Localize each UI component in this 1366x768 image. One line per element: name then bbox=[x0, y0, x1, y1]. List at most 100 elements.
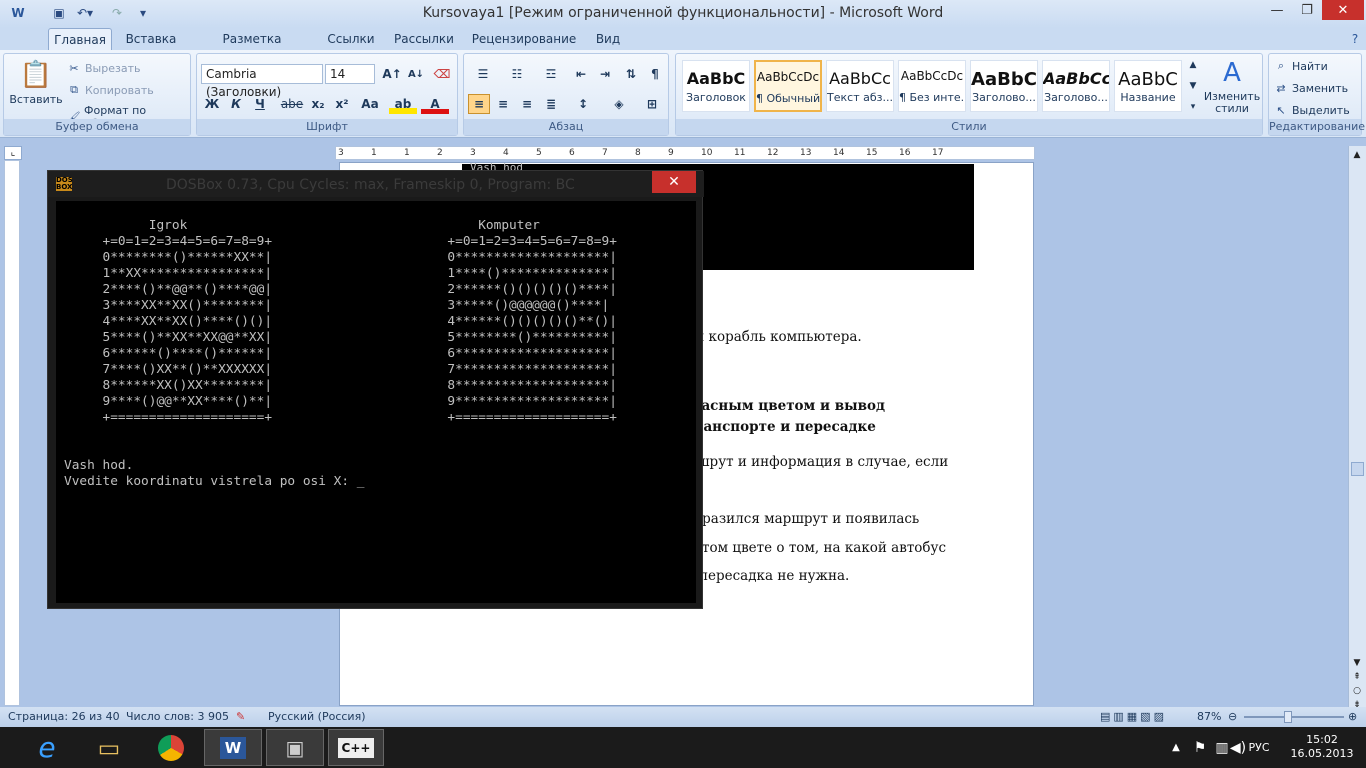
board-row: 2****()**@@**()****@@| bbox=[64, 282, 273, 297]
language[interactable]: Русский (Россия) bbox=[268, 710, 366, 723]
tab-insert[interactable]: Вставка bbox=[120, 28, 182, 50]
vertical-scrollbar[interactable]: ▲ ▼ ⇞ ○ ⇟ bbox=[1348, 146, 1366, 710]
paste-button[interactable]: 📋 Вставить bbox=[9, 60, 62, 106]
borland-taskbar-icon[interactable]: C++ bbox=[328, 729, 384, 766]
group-editing: ⌕ Найти ⇄ Заменить ↖ Выделить Редактировани… bbox=[1268, 53, 1365, 136]
view-buttons[interactable]: ▤▥▦▧▨ bbox=[1100, 710, 1167, 723]
strikethrough-button[interactable]: abe bbox=[281, 94, 303, 114]
file-explorer-icon[interactable]: ▭ bbox=[82, 729, 136, 766]
select-button[interactable]: ↖ Выделить bbox=[1273, 102, 1349, 118]
style-heading-1[interactable]: AaBbC Заголово... bbox=[970, 60, 1038, 112]
title-bar: W ▣ ↶▾ ↷ ▾ Kursovaya1 [Режим ограниченно… bbox=[0, 0, 1366, 28]
page-nav-icons[interactable]: ▼ ⇞ ○ ⇟ bbox=[1350, 656, 1364, 712]
tab-page-layout[interactable]: Разметка страницы bbox=[192, 28, 312, 68]
tray-arrow-icon[interactable]: ▲ bbox=[1166, 729, 1186, 766]
bold-button[interactable]: Ж bbox=[201, 94, 223, 114]
minimize-button[interactable]: — bbox=[1262, 0, 1292, 20]
dosbox-title-bar[interactable]: DOS BOX DOSBox 0.73, Cpu Cycles: max, Fra… bbox=[48, 171, 704, 197]
line-spacing-icon[interactable]: ↕ bbox=[568, 94, 598, 114]
grow-font-icon[interactable]: A↑ bbox=[381, 64, 403, 84]
change-styles-button[interactable]: A Изменить стили bbox=[1202, 58, 1262, 115]
align-center-icon[interactable]: ≡ bbox=[492, 94, 514, 114]
increase-indent-icon[interactable]: ⇥ bbox=[594, 64, 616, 84]
zoom-thumb[interactable] bbox=[1284, 711, 1292, 723]
style-title[interactable]: AaBbC Название bbox=[1114, 60, 1182, 112]
superscript-button[interactable]: x² bbox=[331, 94, 353, 114]
change-styles-icon: A bbox=[1223, 58, 1241, 88]
justify-icon[interactable]: ≣ bbox=[540, 94, 562, 114]
input-language[interactable]: РУС bbox=[1244, 729, 1274, 766]
zoom-level[interactable]: 87% bbox=[1197, 710, 1221, 723]
scroll-thumb[interactable] bbox=[1351, 462, 1364, 476]
chrome-icon[interactable] bbox=[144, 729, 198, 766]
page-count[interactable]: Страница: 26 из 40 bbox=[8, 710, 120, 723]
style-normal[interactable]: AaBbCcDc ¶ Обычный bbox=[754, 60, 822, 112]
shrink-font-icon[interactable]: A↓ bbox=[405, 64, 427, 84]
dosbox-close-button[interactable]: ✕ bbox=[652, 171, 696, 193]
close-button[interactable]: ✕ bbox=[1322, 0, 1364, 20]
align-left-icon[interactable]: ≡ bbox=[468, 94, 490, 114]
pilcrow-button[interactable]: ¶ bbox=[644, 64, 666, 84]
italic-button[interactable]: К bbox=[225, 94, 247, 114]
spellcheck-icon[interactable]: ✎ bbox=[236, 710, 245, 723]
style-heading-2[interactable]: AaBbCc Заголово... bbox=[1042, 60, 1110, 112]
ruler-mark: 6 bbox=[569, 148, 575, 158]
tab-home[interactable]: Главная bbox=[48, 28, 112, 50]
tab-references[interactable]: Ссылки bbox=[322, 28, 380, 50]
find-button[interactable]: ⌕ Найти bbox=[1273, 58, 1328, 74]
style-body-text[interactable]: AaBbCc Текст абз... bbox=[826, 60, 894, 112]
word-taskbar-icon[interactable]: W bbox=[204, 729, 262, 766]
tab-review[interactable]: Рецензирование bbox=[468, 28, 580, 50]
input-prompt[interactable]: Vvedite koordinatu vistrela po osi X: _ bbox=[64, 474, 364, 490]
zoom-in-icon[interactable]: ⊕ bbox=[1348, 710, 1357, 723]
tab-view[interactable]: Вид bbox=[590, 28, 626, 50]
board-row: 3****XX**XX()********| bbox=[64, 298, 273, 313]
dosbox-taskbar-icon[interactable]: ▣ bbox=[266, 729, 324, 766]
copy-button[interactable]: ⧉ Копировать bbox=[66, 82, 154, 98]
copy-icon: ⧉ bbox=[70, 83, 78, 96]
change-case-button[interactable]: Aa bbox=[357, 94, 383, 114]
borders-icon[interactable]: ⊞ bbox=[638, 94, 666, 114]
clear-format-icon[interactable]: ⌫ bbox=[431, 64, 453, 84]
numbering-icon[interactable]: ☷ bbox=[502, 64, 532, 84]
decrease-indent-icon[interactable]: ⇤ bbox=[570, 64, 592, 84]
internet-explorer-icon[interactable]: e bbox=[22, 729, 72, 766]
dosbox-window[interactable]: DOS BOX DOSBox 0.73, Cpu Cycles: max, Fra… bbox=[47, 170, 704, 609]
bullets-icon[interactable]: ☰ bbox=[468, 64, 498, 84]
sort-icon[interactable]: ⇅ bbox=[620, 64, 642, 84]
help-icon[interactable]: ? bbox=[1346, 28, 1364, 50]
tab-mailings[interactable]: Рассылки bbox=[390, 28, 458, 50]
flag-icon[interactable]: ⚑ bbox=[1190, 729, 1210, 766]
board-row: 5****()**XX**XX@@**XX| bbox=[64, 330, 273, 345]
restore-button[interactable]: ❐ bbox=[1292, 0, 1322, 20]
ruler-mark: 11 bbox=[734, 148, 746, 158]
word-count[interactable]: Число слов: 3 905 bbox=[126, 710, 229, 723]
shading-icon[interactable]: ◈ bbox=[604, 94, 634, 114]
underline-button[interactable]: Ч bbox=[249, 94, 271, 114]
subscript-button[interactable]: x₂ bbox=[307, 94, 329, 114]
highlight-icon[interactable]: ab bbox=[389, 94, 417, 114]
dosbox-screen[interactable]: Igrok +=0=1=2=3=4=5=6=7=8=9+ 0********()… bbox=[56, 201, 696, 603]
scroll-up-icon[interactable]: ▲ bbox=[1350, 150, 1364, 164]
board-row: 7********************| bbox=[432, 362, 617, 377]
cut-button[interactable]: ✂ Вырезать bbox=[66, 60, 140, 76]
board-row: 3*****()@@@@@@()****| bbox=[432, 298, 610, 313]
clock-time: 15:02 bbox=[1306, 733, 1338, 746]
board-row: Komputer bbox=[432, 218, 540, 233]
align-right-icon[interactable]: ≡ bbox=[516, 94, 538, 114]
clock[interactable]: 15:02 16.05.2013 bbox=[1282, 733, 1362, 761]
replace-button[interactable]: ⇄ Заменить bbox=[1273, 80, 1348, 96]
board-row: +=0=1=2=3=4=5=6=7=8=9+ bbox=[64, 234, 273, 249]
font-size-select[interactable]: 14 bbox=[325, 64, 375, 84]
style-no-spacing[interactable]: AaBbCcDc ¶ Без инте... bbox=[898, 60, 966, 112]
styles-scroll[interactable]: ▲ ▼ ▾ bbox=[1186, 60, 1200, 112]
group-font: Cambria (Заголовки) 14 A↑ A↓ ⌫ Ж К Ч abe… bbox=[196, 53, 458, 136]
board-row: 5********()**********| bbox=[432, 330, 617, 345]
zoom-out-icon[interactable]: ⊖ bbox=[1228, 710, 1237, 723]
zoom-slider[interactable] bbox=[1244, 716, 1344, 718]
font-name-select[interactable]: Cambria (Заголовки) bbox=[201, 64, 323, 99]
font-color-icon[interactable]: A bbox=[421, 94, 449, 114]
style-heading[interactable]: AaBbC Заголовок bbox=[682, 60, 750, 112]
tab-selector[interactable]: ⌞ bbox=[4, 146, 22, 160]
multilevel-list-icon[interactable]: ☲ bbox=[536, 64, 566, 84]
